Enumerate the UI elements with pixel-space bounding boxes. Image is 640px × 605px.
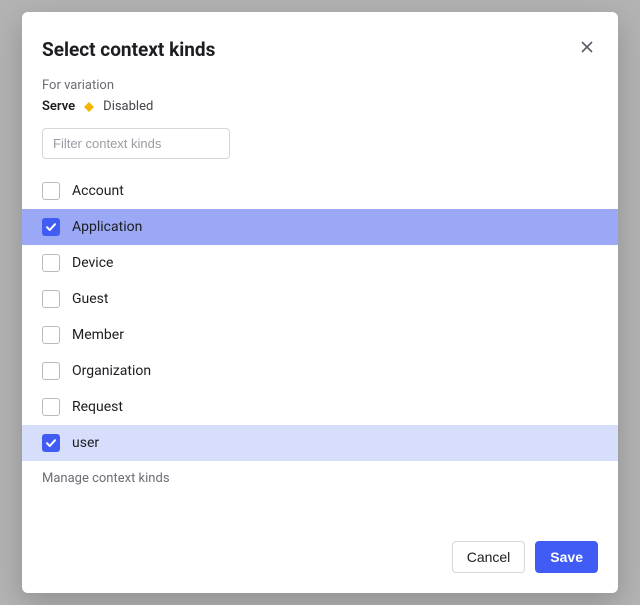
checkbox[interactable] xyxy=(42,254,60,272)
list-item[interactable]: Member xyxy=(22,317,618,353)
context-kind-label: Device xyxy=(72,255,113,271)
list-item[interactable]: Application xyxy=(22,209,618,245)
select-context-kinds-modal: Select context kinds For variation Serve… xyxy=(22,12,618,593)
modal-title: Select context kinds xyxy=(42,38,215,61)
serve-label: Serve xyxy=(42,99,75,114)
context-kind-label: Request xyxy=(72,399,123,415)
save-button[interactable]: Save xyxy=(535,541,598,573)
checkbox[interactable] xyxy=(42,182,60,200)
manage-context-kinds-link[interactable]: Manage context kinds xyxy=(22,461,618,486)
context-kind-label: Application xyxy=(72,219,142,235)
close-icon xyxy=(580,40,594,54)
checkbox[interactable] xyxy=(42,218,60,236)
checkbox[interactable] xyxy=(42,290,60,308)
subheader: For variation Serve Disabled xyxy=(22,78,618,128)
filter-input[interactable] xyxy=(42,128,230,159)
list-item[interactable]: Request xyxy=(22,389,618,425)
list-item[interactable]: Organization xyxy=(22,353,618,389)
modal-footer: Cancel Save xyxy=(22,523,618,573)
modal-header: Select context kinds xyxy=(22,36,618,78)
checkbox[interactable] xyxy=(42,326,60,344)
check-icon xyxy=(45,437,57,449)
serve-value: Disabled xyxy=(103,99,153,114)
checkbox[interactable] xyxy=(42,398,60,416)
cancel-button[interactable]: Cancel xyxy=(452,541,526,573)
context-kind-label: user xyxy=(72,435,99,451)
close-button[interactable] xyxy=(576,36,598,62)
list-item[interactable]: user xyxy=(22,425,618,461)
serve-row: Serve Disabled xyxy=(42,99,598,114)
check-icon xyxy=(45,221,57,233)
checkbox[interactable] xyxy=(42,362,60,380)
context-kind-label: Organization xyxy=(72,363,151,379)
list-item[interactable]: Guest xyxy=(22,281,618,317)
context-kinds-list: Account Application Device Guest Member Organ… xyxy=(22,173,618,461)
for-variation-label: For variation xyxy=(42,78,598,93)
context-kind-label: Guest xyxy=(72,291,108,307)
list-item[interactable]: Account xyxy=(22,173,618,209)
checkbox[interactable] xyxy=(42,434,60,452)
list-item[interactable]: Device xyxy=(22,245,618,281)
diamond-icon xyxy=(83,101,95,113)
context-kind-label: Member xyxy=(72,327,124,343)
context-kind-label: Account xyxy=(72,183,124,199)
